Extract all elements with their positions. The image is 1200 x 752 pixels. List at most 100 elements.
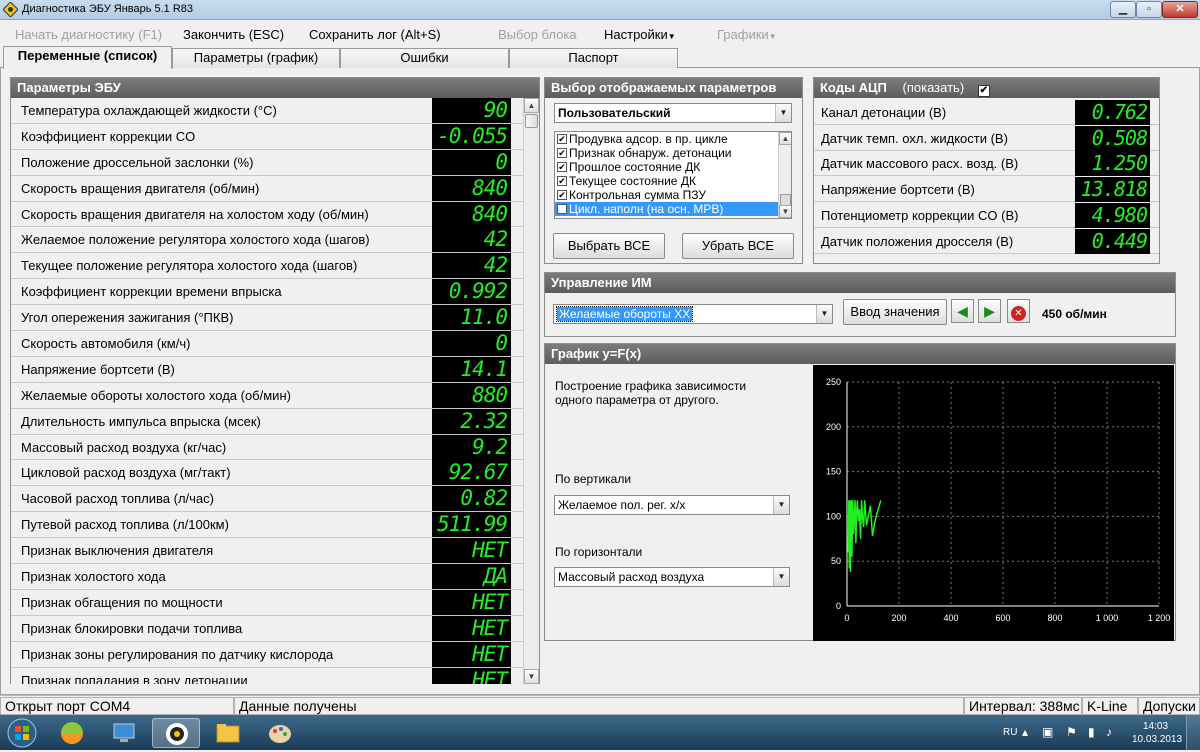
tab-variables-list[interactable]: Переменные (список) bbox=[3, 46, 172, 69]
taskbar-app-3[interactable] bbox=[152, 718, 200, 748]
horizontal-axis-label: По горизонтали bbox=[555, 545, 643, 559]
adc-value: 4.980 bbox=[1075, 202, 1150, 228]
menu-graphs[interactable]: Графики▼ bbox=[717, 27, 777, 42]
tray-network-icon[interactable]: ▣ bbox=[1042, 725, 1053, 739]
adc-row: Канал детонации (В) 0.762 bbox=[814, 100, 1159, 125]
param-checklist-item[interactable]: ✔ Контрольная сумма ПЗУ bbox=[555, 188, 791, 202]
clock-date[interactable]: 10.03.2013 bbox=[1132, 734, 1182, 745]
x-tick-label: 400 bbox=[943, 613, 958, 623]
preset-dropdown[interactable]: Пользовательский ▼ bbox=[554, 103, 792, 123]
tray-flag-icon[interactable]: ⚑ bbox=[1066, 725, 1077, 739]
scroll-down-button[interactable]: ▼ bbox=[779, 205, 791, 218]
param-checklist[interactable]: ✔ Продувка адсор. в пр. цикле ✔ Признак обн… bbox=[554, 131, 792, 219]
close-button[interactable]: ✕ bbox=[1162, 1, 1198, 18]
checkbox[interactable]: ✔ bbox=[557, 134, 567, 144]
menu-settings-label: Настройки bbox=[604, 27, 668, 42]
ecu-panel-title: Параметры ЭБУ bbox=[11, 78, 539, 98]
taskbar-app-4[interactable] bbox=[204, 718, 252, 748]
y-tick-label: 50 bbox=[831, 556, 841, 566]
ecu-parameter-label: Температура охлаждающей жидкости (°C) bbox=[21, 103, 277, 118]
checkmark-icon: ✔ bbox=[979, 85, 988, 96]
checkbox[interactable]: ✔ bbox=[557, 162, 567, 172]
scroll-up-button[interactable]: ▲ bbox=[524, 98, 539, 113]
ecu-parameter-value: 14.1 bbox=[432, 356, 511, 382]
param-checklist-item[interactable]: ✔ Признак обнаруж. детонации bbox=[555, 146, 791, 160]
adc-show-checkbox[interactable]: ✔ bbox=[977, 85, 990, 97]
taskbar-app-1[interactable] bbox=[48, 718, 96, 748]
horizontal-axis-dropdown[interactable]: Массовый расход воздуха ▼ bbox=[554, 567, 790, 587]
deselect-all-button[interactable]: Убрать ВСЕ bbox=[682, 233, 794, 259]
language-indicator[interactable]: RU bbox=[1003, 727, 1017, 738]
ecu-parameter-value: НЕТ bbox=[432, 615, 511, 641]
minimize-button[interactable]: ▁ bbox=[1110, 1, 1136, 18]
menu-start-diagnostics[interactable]: Начать диагностику (F1) bbox=[15, 27, 162, 42]
ecu-parameter-row: Признак выключения двигателя НЕТ bbox=[11, 538, 523, 565]
chevron-down-icon: ▼ bbox=[773, 568, 789, 586]
tray-arrow-icon[interactable]: ▴ bbox=[1022, 725, 1028, 739]
checkbox[interactable]: ✔ bbox=[557, 148, 567, 158]
checkbox[interactable]: ✔ bbox=[557, 176, 567, 186]
param-checklist-scrollbar[interactable]: ▲ ▼ bbox=[778, 132, 791, 218]
vertical-axis-label: По вертикали bbox=[555, 472, 632, 486]
ecu-parameter-row: Желаемые обороты холостого хода (об/мин)… bbox=[11, 382, 523, 409]
maximize-icon: ▫ bbox=[1147, 3, 1151, 15]
taskbar-app-5[interactable] bbox=[256, 718, 304, 748]
status-interval: Интервал: 388мс bbox=[964, 697, 1082, 715]
scroll-thumb[interactable] bbox=[525, 114, 538, 128]
y-tick-label: 200 bbox=[826, 422, 841, 432]
show-desktop-button[interactable] bbox=[1186, 715, 1200, 750]
tab-errors[interactable]: Ошибки bbox=[340, 48, 509, 68]
maximize-button[interactable]: ▫ bbox=[1136, 1, 1162, 18]
horizontal-axis-value: Массовый расход воздуха bbox=[558, 570, 705, 584]
ecu-parameter-row: Коэффициент коррекции времени впрыска 0.9… bbox=[11, 279, 523, 306]
select-all-button[interactable]: Выбрать ВСЕ bbox=[553, 233, 665, 259]
ecu-parameter-label: Желаемое положение регулятора холостого … bbox=[21, 232, 370, 248]
ecu-parameter-value: 42 bbox=[432, 227, 511, 253]
ecu-parameter-label: Скорость автомобиля (км/ч) bbox=[21, 336, 191, 352]
adc-value: 0.508 bbox=[1075, 125, 1150, 151]
ecu-parameter-row: Скорость вращения двигателя (об/мин) 840 bbox=[11, 175, 523, 202]
ecu-parameter-row: Признак зоны регулирования по датчику ки… bbox=[11, 641, 523, 668]
param-checklist-item[interactable]: ✔ Текущее состояние ДК bbox=[555, 174, 791, 188]
ecu-scrollbar[interactable]: ▲ ▼ bbox=[523, 98, 539, 684]
ecu-parameter-row: Скорость вращения двигателя на холостом … bbox=[11, 201, 523, 228]
menu-select-unit[interactable]: Выбор блока bbox=[498, 27, 577, 42]
scroll-up-button[interactable]: ▲ bbox=[779, 132, 791, 145]
tab-parameters-graph[interactable]: Параметры (график) bbox=[172, 48, 340, 68]
menu-finish[interactable]: Закончить (ESC) bbox=[183, 27, 284, 42]
ecu-parameter-row: Температура охлаждающей жидкости (°C) 90 bbox=[11, 98, 523, 124]
ecu-parameter-value: НЕТ bbox=[432, 589, 511, 615]
adc-row: Датчик положения дросселя (В) 0.449 bbox=[814, 228, 1159, 254]
tray-signal-icon[interactable]: ▮ bbox=[1088, 725, 1095, 739]
decrease-button[interactable]: ◀ bbox=[951, 299, 974, 323]
param-checklist-item[interactable]: ✔ Прошлое состояние ДК bbox=[555, 160, 791, 174]
param-checklist-item[interactable]: ✔ Продувка адсор. в пр. цикле bbox=[555, 132, 791, 146]
taskbar-app-2[interactable] bbox=[100, 718, 148, 748]
tray-volume-icon[interactable]: ♪ bbox=[1106, 725, 1112, 739]
menu-settings[interactable]: Настройки▼ bbox=[604, 27, 676, 42]
start-button[interactable] bbox=[2, 718, 42, 748]
actuator-dropdown[interactable]: Желаемые обороты ХХ ▼ bbox=[553, 304, 833, 324]
ecu-parameter-label: Скорость вращения двигателя на холостом … bbox=[21, 206, 369, 222]
ecu-parameter-label: Угол опережения зажигания (°ПКВ) bbox=[21, 310, 234, 326]
ecu-parameter-label: Длительность импульса впрыска (мсек) bbox=[21, 413, 261, 429]
menu-save-log[interactable]: Сохранить лог (Alt+S) bbox=[309, 27, 441, 42]
tab-passport[interactable]: Паспорт bbox=[509, 48, 678, 68]
scroll-down-button[interactable]: ▼ bbox=[524, 669, 539, 684]
arrow-left-icon: ◀ bbox=[957, 303, 968, 319]
ecu-parameter-label: Коэффициент коррекции времени впрыска bbox=[21, 284, 282, 300]
param-checklist-item[interactable]: ✔ Цикл. наполн (на осн. МРВ) bbox=[555, 202, 791, 216]
enter-value-button[interactable]: Ввод значения bbox=[843, 299, 947, 325]
stop-button[interactable]: ✕ bbox=[1007, 299, 1030, 323]
actuator-panel-title: Управление ИМ bbox=[545, 273, 1175, 293]
chevron-down-icon: ▼ bbox=[773, 496, 789, 514]
param-select-panel: Выбор отображаемых параметров Пользовате… bbox=[544, 77, 803, 264]
clock-time[interactable]: 14:03 bbox=[1143, 721, 1168, 732]
checkbox[interactable]: ✔ bbox=[557, 190, 567, 200]
vertical-axis-dropdown[interactable]: Желаемое пол. рег. х/х ▼ bbox=[554, 495, 790, 515]
ecu-parameter-label: Положение дроссельной заслонки (%) bbox=[21, 154, 254, 170]
ecu-parameter-row: Угол опережения зажигания (°ПКВ) 11.0 bbox=[11, 305, 523, 332]
checkbox[interactable]: ✔ bbox=[557, 204, 567, 214]
increase-button[interactable]: ▶ bbox=[978, 299, 1001, 323]
adc-label: Напряжение бортсети (В) bbox=[821, 182, 975, 198]
